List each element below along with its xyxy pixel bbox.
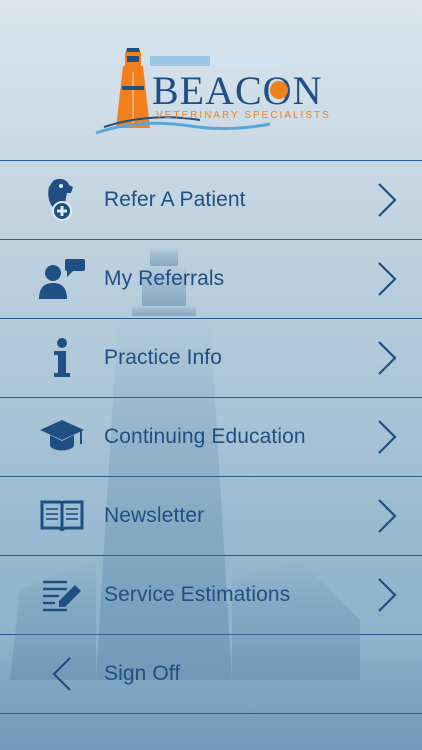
menu-item-label: Refer A Patient bbox=[104, 188, 246, 211]
beacon-logo: BEACON VETERINARY SPECIALISTS bbox=[95, 48, 331, 135]
open-book-icon bbox=[36, 490, 88, 542]
menu-item-label: Practice Info bbox=[104, 346, 223, 369]
menu-item-label: Newsletter bbox=[104, 504, 205, 527]
brand-tagline: VETERINARY SPECIALISTS bbox=[156, 110, 331, 121]
dog-medical-icon bbox=[36, 174, 88, 226]
brand-name: BEACON bbox=[152, 68, 322, 113]
info-icon bbox=[36, 332, 88, 384]
menu-item-label: Service Estimations bbox=[104, 583, 291, 606]
graduation-cap-icon bbox=[36, 411, 88, 463]
chevron-right-icon bbox=[378, 578, 397, 612]
sign-off-button[interactable]: Sign Off bbox=[0, 635, 422, 714]
menu-item-refer-a-patient[interactable]: Refer A Patient bbox=[0, 160, 422, 240]
chevron-right-icon bbox=[378, 183, 397, 217]
main-menu: Refer A Patient My Referrals Practice In… bbox=[0, 160, 422, 714]
menu-item-label: Continuing Education bbox=[104, 425, 306, 448]
menu-item-my-referrals[interactable]: My Referrals bbox=[0, 240, 422, 319]
person-chat-icon bbox=[36, 253, 88, 305]
menu-item-newsletter[interactable]: Newsletter bbox=[0, 477, 422, 556]
menu-item-practice-info[interactable]: Practice Info bbox=[0, 319, 422, 398]
menu-item-label: My Referrals bbox=[104, 267, 225, 290]
chevron-right-icon bbox=[378, 341, 397, 375]
menu-item-continuing-education[interactable]: Continuing Education bbox=[0, 398, 422, 477]
document-edit-icon bbox=[36, 569, 88, 621]
chevron-right-icon bbox=[378, 420, 397, 454]
chevron-left-icon bbox=[36, 648, 88, 700]
app-header: BEACON VETERINARY SPECIALISTS bbox=[0, 0, 422, 160]
sign-off-label: Sign Off bbox=[104, 662, 181, 685]
chevron-right-icon bbox=[378, 262, 397, 296]
menu-item-service-estimations[interactable]: Service Estimations bbox=[0, 556, 422, 635]
chevron-right-icon bbox=[378, 499, 397, 533]
